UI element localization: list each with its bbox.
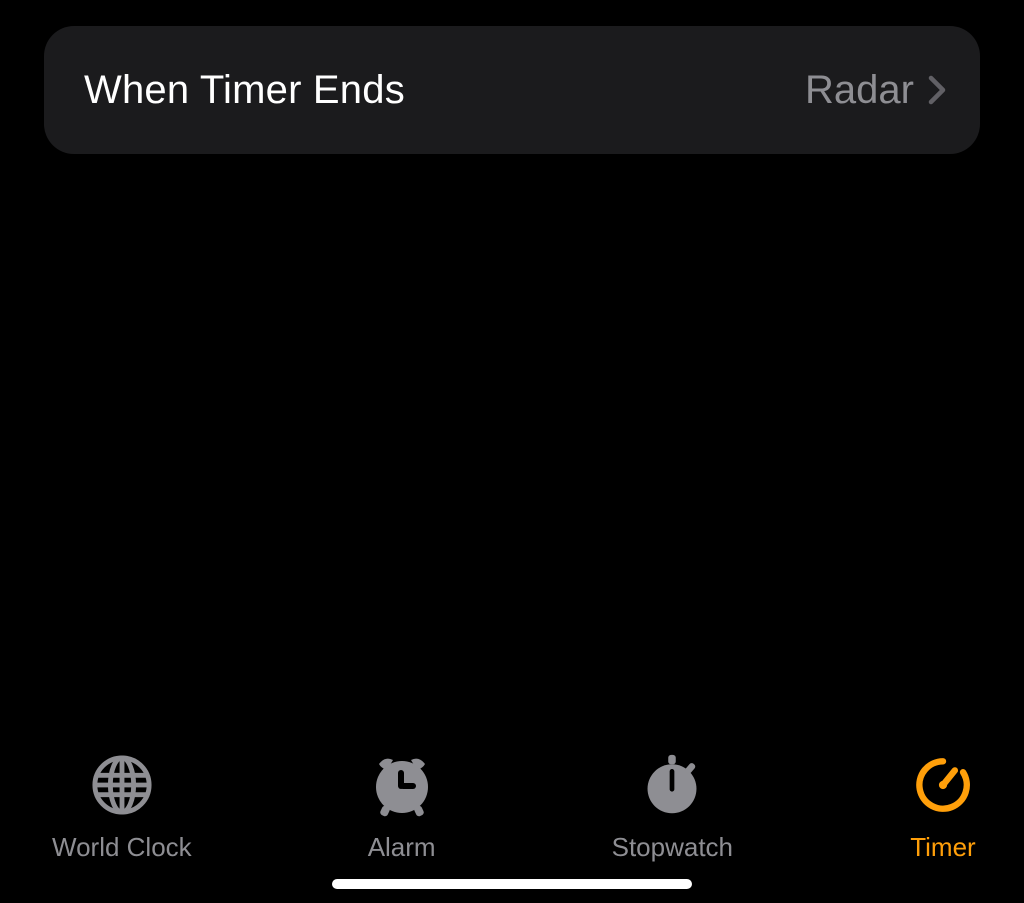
- chevron-right-icon: [928, 75, 946, 105]
- home-indicator[interactable]: [332, 879, 692, 889]
- when-timer-ends-row[interactable]: When Timer Ends Radar: [44, 26, 980, 154]
- tab-timer-label: Timer: [910, 832, 975, 863]
- when-timer-ends-value: Radar: [805, 68, 914, 113]
- tabbar: World Clock Alarm Stopwatch: [0, 750, 1024, 863]
- alarm-clock-icon: [367, 750, 437, 820]
- stopwatch-icon: [637, 750, 707, 820]
- tab-alarm[interactable]: Alarm: [367, 750, 437, 863]
- tab-stopwatch-label: Stopwatch: [612, 832, 733, 863]
- tab-timer[interactable]: Timer: [908, 750, 978, 863]
- globe-icon: [87, 750, 157, 820]
- tab-alarm-label: Alarm: [368, 832, 436, 863]
- when-timer-ends-label: When Timer Ends: [84, 68, 405, 113]
- tab-world-clock[interactable]: World Clock: [52, 750, 192, 863]
- tab-world-clock-label: World Clock: [52, 832, 192, 863]
- tab-stopwatch[interactable]: Stopwatch: [612, 750, 733, 863]
- timer-icon: [908, 750, 978, 820]
- when-timer-ends-value-wrap: Radar: [805, 68, 946, 113]
